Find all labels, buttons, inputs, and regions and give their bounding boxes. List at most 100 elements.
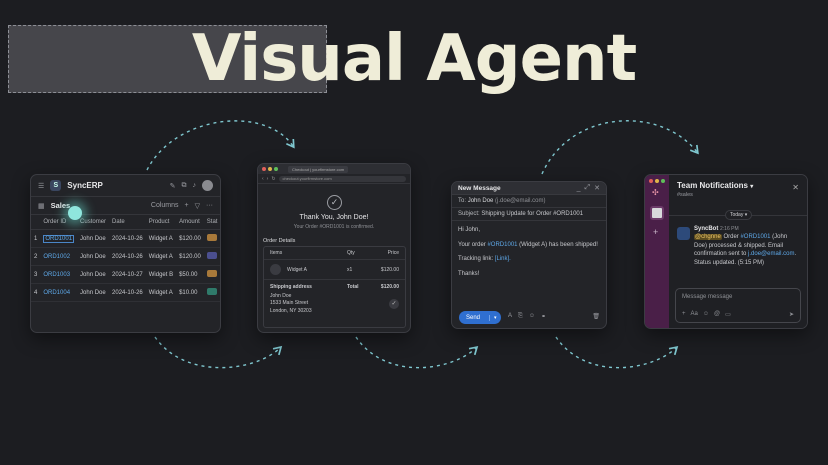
order-id-cell[interactable]: ORD1002 xyxy=(40,247,78,266)
channel-title[interactable]: Team Notifications ▾ xyxy=(677,181,753,190)
today-badge[interactable]: Today ▾ xyxy=(725,210,753,220)
minimize-dot-icon[interactable] xyxy=(268,167,272,171)
bot-name[interactable]: SyncBot xyxy=(694,226,718,232)
order-id-cell[interactable]: ORD1001 xyxy=(40,229,78,248)
body-text-2: (Widget A) has been shipped! xyxy=(517,241,598,248)
more-icon[interactable]: ··· xyxy=(206,202,213,209)
send-button[interactable]: Send ▾ xyxy=(459,311,501,324)
close-icon[interactable]: ✕ xyxy=(792,183,799,192)
url-input[interactable]: checkout.yourfirmstore.com xyxy=(278,175,406,182)
plus-icon[interactable]: + xyxy=(682,311,686,318)
pencil-icon[interactable]: ✎ xyxy=(170,182,176,190)
format-icon[interactable]: A xyxy=(508,313,512,320)
table-row[interactable]: 1 ORD1001 John Doe 2024-10-26 Widget A $120.0… xyxy=(31,229,220,248)
address-street: 1533 Main Street xyxy=(270,300,309,307)
item-name: Widget A xyxy=(287,266,308,273)
msg-order-link[interactable]: #ORD1001 xyxy=(740,234,770,240)
format-icon[interactable]: Aa xyxy=(691,311,698,318)
to-field[interactable]: To: John Doe (j.doe@email.com) xyxy=(452,195,606,208)
status-badge-icon xyxy=(206,270,217,277)
columns-button[interactable]: Columns xyxy=(151,202,179,209)
export-icon[interactable]: ⧉ xyxy=(182,182,187,190)
emoji-icon[interactable]: ☺ xyxy=(703,311,709,318)
minimize-icon[interactable]: _ xyxy=(577,185,581,192)
msg-email-link[interactable]: j.doe@email.com xyxy=(748,251,794,257)
table-row[interactable]: 2 ORD1002 John Doe 2024-10-26 Widget A $120.0… xyxy=(31,247,220,266)
composer-toolbar: + Aa ☺ @ ▭ xyxy=(682,311,731,318)
column-header[interactable]: Amount xyxy=(176,215,204,230)
video-icon[interactable]: ▭ xyxy=(725,311,731,318)
amount-cell-text: $120.00 xyxy=(179,253,201,260)
attach-icon[interactable]: ⎘ xyxy=(518,313,523,320)
menu-icon[interactable]: ☰ xyxy=(38,182,44,190)
table-row[interactable]: 4 ORD1004 John Doe 2024-10-26 Widget A $10.00 xyxy=(31,283,220,302)
filter-icon[interactable]: ▽ xyxy=(195,202,200,210)
send-options-icon[interactable]: ▾ xyxy=(489,314,497,321)
date-cell: 2024-10-26 xyxy=(109,247,146,266)
tracking-link[interactable]: [Link]. xyxy=(495,256,511,262)
send-icon[interactable]: ➤ xyxy=(789,311,794,318)
erp-app-name: SyncERP xyxy=(67,181,103,190)
address-city: London, NY 30203 xyxy=(270,307,312,314)
minimize-dot-icon[interactable] xyxy=(655,179,659,183)
item-qty: x1 xyxy=(347,266,353,273)
customer-cell: John Doe xyxy=(77,283,110,302)
email-paragraph: Your order #ORD1001 (Widget A) has been … xyxy=(458,241,600,250)
close-dot-icon[interactable] xyxy=(262,167,266,171)
link-icon[interactable]: ⚭ xyxy=(541,313,546,320)
status-badge xyxy=(203,247,220,266)
add-workspace-icon[interactable]: + xyxy=(653,227,658,237)
order-id-cell[interactable]: ORD1003 xyxy=(40,265,78,284)
forward-icon[interactable]: › xyxy=(267,176,269,182)
amount-cell-text: $120.00 xyxy=(179,235,201,242)
status-badge-icon xyxy=(206,288,217,295)
workspace-icon[interactable] xyxy=(650,206,664,220)
mention-icon[interactable]: @ xyxy=(714,311,720,318)
chevron-down-icon: ▾ xyxy=(750,184,754,190)
back-icon[interactable]: ‹ xyxy=(262,176,264,182)
column-header[interactable]: Customer xyxy=(77,215,110,230)
mention[interactable]: @chgnne xyxy=(694,234,722,241)
total-label: Total xyxy=(347,284,359,290)
to-label: To: xyxy=(458,198,467,204)
confirm-check-icon: ✓ xyxy=(389,298,399,309)
section-title: Sales xyxy=(50,201,71,210)
row-number: 2 xyxy=(31,247,41,266)
bell-icon[interactable]: ♪ xyxy=(193,182,197,189)
column-header[interactable] xyxy=(31,215,41,230)
row-number: 4 xyxy=(31,283,41,302)
message-input[interactable]: Message message + Aa ☺ @ ▭ ➤ xyxy=(675,288,801,323)
maximize-dot-icon[interactable] xyxy=(661,179,665,183)
customer-cell: John Doe xyxy=(77,247,110,266)
row-number-text: 3 xyxy=(34,271,38,278)
order-link[interactable]: #ORD1001 xyxy=(487,242,517,248)
column-header[interactable]: Date xyxy=(109,215,146,230)
subject-field[interactable]: Subject: Shipping Update for Order #ORD1… xyxy=(452,208,606,221)
status-badge-icon xyxy=(206,252,217,259)
product-cell-text: Widget A xyxy=(148,289,173,296)
emoji-icon[interactable]: ☺ xyxy=(529,313,535,320)
close-dot-icon[interactable] xyxy=(649,179,653,183)
maximize-dot-icon[interactable] xyxy=(274,167,278,171)
table-icon: ▦ xyxy=(38,202,45,210)
close-icon[interactable]: ✕ xyxy=(594,184,600,192)
column-header[interactable]: Product xyxy=(145,215,177,230)
column-header[interactable]: Stat xyxy=(203,215,220,230)
body-text: Your order xyxy=(458,241,488,248)
trash-icon[interactable]: 🗑 xyxy=(592,313,600,320)
email-titlebar: New Message _ ⤢ ✕ xyxy=(452,182,606,195)
bot-avatar[interactable] xyxy=(677,227,690,240)
amount-cell-text: $50.00 xyxy=(179,271,198,278)
email-body[interactable]: Hi John, Your order #ORD1001 (Widget A) … xyxy=(452,221,606,290)
status-badge xyxy=(203,229,220,248)
order-id-cell[interactable]: ORD1004 xyxy=(40,283,78,302)
expand-icon[interactable]: ⤢ xyxy=(585,184,591,192)
amount-cell: $120.00 xyxy=(176,247,204,266)
erp-logo-icon: S xyxy=(50,180,62,191)
add-icon[interactable]: + xyxy=(185,202,189,209)
slack-window: ✣ + Team Notifications ▾ #sales ✕ Today … xyxy=(644,174,808,329)
avatar[interactable] xyxy=(202,180,213,191)
reload-icon[interactable]: ↻ xyxy=(271,176,275,182)
table-row[interactable]: 3 ORD1003 John Doe 2024-10-27 Widget B $50.00 xyxy=(31,265,220,284)
browser-tab[interactable]: Checkout | yourfirmstore.com xyxy=(288,165,349,173)
